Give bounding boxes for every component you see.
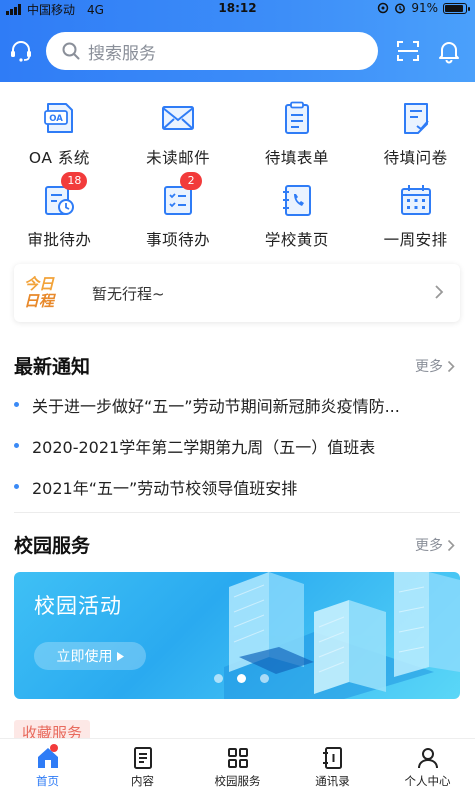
more-label: 更多 xyxy=(415,538,443,554)
news-more-link[interactable]: 更多 xyxy=(415,356,455,376)
app-weekly-schedule[interactable]: 一周安排 xyxy=(356,174,475,256)
carousel-dot[interactable] xyxy=(260,674,269,683)
news-item[interactable]: 2020-2021学年第二学期第九周（五一）值班表 xyxy=(14,425,460,466)
chevron-right-icon xyxy=(435,285,444,299)
app-school-phonebook[interactable]: 学校黄页 xyxy=(238,174,357,256)
campus-more-link[interactable]: 更多 xyxy=(415,535,455,555)
app-task-todo[interactable]: 2 事项待办 xyxy=(119,172,238,256)
header: 中国移动 4G 18:12 91% 搜索服务 xyxy=(0,0,475,82)
approval-badge: 18 xyxy=(61,172,88,190)
status-bar: 中国移动 4G 18:12 91% xyxy=(0,0,475,18)
today-schedule-logo: 今日 日程 xyxy=(24,275,55,310)
app-unread-mail[interactable]: 未读邮件 xyxy=(119,92,238,174)
carousel-indicator xyxy=(214,674,269,683)
apps-grid-icon xyxy=(227,748,248,768)
checklist-icon: 2 xyxy=(156,172,203,222)
task-badge: 2 xyxy=(180,172,203,190)
news-item[interactable]: 2021年“五一”劳动节校领导值班安排 xyxy=(14,466,460,507)
button-label: 立即使用 xyxy=(56,649,113,665)
battery-icon xyxy=(443,2,470,14)
app-label: OA 系统 xyxy=(28,149,90,167)
app-label: 未读邮件 xyxy=(146,149,211,167)
bell-icon[interactable] xyxy=(434,36,464,66)
app-label: 一周安排 xyxy=(383,231,448,249)
chevron-right-icon xyxy=(447,360,455,372)
search-icon xyxy=(62,42,80,60)
banner-title: 校园活动 xyxy=(34,594,122,618)
app-pending-questionnaire[interactable]: 待填问卷 xyxy=(356,92,475,174)
search-placeholder: 搜索服务 xyxy=(88,43,156,64)
customer-service-icon[interactable] xyxy=(6,36,36,66)
tab-label: 内容 xyxy=(131,774,154,788)
contacts-icon xyxy=(322,747,342,769)
divider xyxy=(14,512,460,513)
search-input[interactable]: 搜索服务 xyxy=(46,32,378,70)
tab-label: 个人中心 xyxy=(404,774,451,788)
calendar-icon xyxy=(394,178,438,222)
alarm-icon xyxy=(395,3,406,14)
schedule-text: 暂无行程~ xyxy=(92,284,165,303)
questionnaire-icon xyxy=(394,96,438,140)
home-notification-dot xyxy=(50,744,58,752)
more-label: 更多 xyxy=(415,359,443,375)
app-pending-forms[interactable]: 待填表单 xyxy=(238,92,357,174)
svg-text:OA: OA xyxy=(50,114,64,124)
top-bar: 搜索服务 xyxy=(0,32,475,72)
app-label: 事项待办 xyxy=(146,231,211,249)
tab-campus-services[interactable]: 校园服务 xyxy=(190,739,285,795)
scan-icon[interactable] xyxy=(393,36,423,66)
app-approval-todo[interactable]: 18 审批待办 xyxy=(0,172,119,256)
news-list: 关于进一步做好“五一”劳动节期间新冠肺炎疫情防... 2020-2021学年第二… xyxy=(14,384,460,507)
campus-activity-banner[interactable]: 校园活动 立即使用 xyxy=(14,572,460,699)
play-arrow-icon xyxy=(116,651,124,661)
quick-apps-grid: OA OA 系统 未读邮件 待填表单 待填问卷 18 审批待办 2 事项待办 学… xyxy=(0,92,475,256)
phonebook-icon xyxy=(275,178,319,222)
app-label: 待填表单 xyxy=(264,149,329,167)
oa-icon: OA xyxy=(37,96,81,140)
app-oa-system[interactable]: OA OA 系统 xyxy=(0,92,119,174)
carousel-dot-active[interactable] xyxy=(237,674,246,683)
campus-section-title: 校园服务 xyxy=(14,535,91,557)
document-icon xyxy=(133,747,152,769)
bottom-tab-bar: 首页 内容 校园服务 通讯录 个人中心 xyxy=(0,738,475,795)
clipboard-icon xyxy=(275,96,319,140)
use-now-button[interactable]: 立即使用 xyxy=(34,642,146,670)
tab-home[interactable]: 首页 xyxy=(0,739,95,795)
tab-label: 通讯录 xyxy=(315,774,350,788)
app-label: 学校黄页 xyxy=(264,231,329,249)
news-item[interactable]: 关于进一步做好“五一”劳动节期间新冠肺炎疫情防... xyxy=(14,384,460,425)
person-icon xyxy=(417,748,438,769)
app-label: 审批待办 xyxy=(27,231,92,249)
chevron-right-icon xyxy=(447,539,455,551)
location-lock-icon xyxy=(378,2,389,14)
tab-label: 首页 xyxy=(36,774,59,788)
tab-content[interactable]: 内容 xyxy=(95,739,190,795)
approval-icon: 18 xyxy=(37,172,88,222)
tab-label: 校园服务 xyxy=(214,774,261,788)
today-schedule-card[interactable]: 今日 日程 暂无行程~ xyxy=(14,264,460,322)
mail-icon xyxy=(156,96,200,140)
news-section-title: 最新通知 xyxy=(14,356,91,378)
carousel-dot[interactable] xyxy=(214,674,223,683)
tab-contacts[interactable]: 通讯录 xyxy=(285,739,380,795)
tab-profile[interactable]: 个人中心 xyxy=(380,739,475,795)
battery-percent: 91% xyxy=(411,1,438,15)
app-label: 待填问卷 xyxy=(383,149,448,167)
